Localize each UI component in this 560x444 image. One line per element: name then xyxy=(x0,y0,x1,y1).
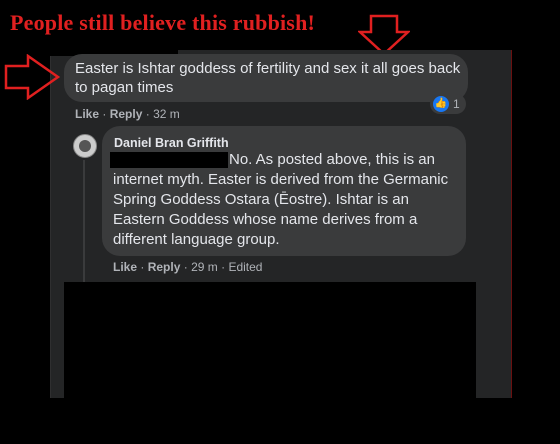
reply-link[interactable]: Reply xyxy=(148,260,181,274)
right-arrow-annotation xyxy=(4,54,60,100)
comment-author[interactable]: Daniel Bran Griffith xyxy=(114,136,229,150)
comment-2-actions: Like · Reply · 29 m · Edited xyxy=(113,260,263,274)
like-link[interactable]: Like xyxy=(75,107,99,121)
redaction-block xyxy=(110,152,228,168)
comment-1-text: Easter is Ishtar goddess of fertility an… xyxy=(75,60,461,96)
thread-line xyxy=(83,160,85,284)
thumbs-up-icon: 👍 xyxy=(433,96,449,112)
comment-bubble-2: Daniel Bran Griffith No. As posted above… xyxy=(102,126,466,256)
like-link[interactable]: Like xyxy=(113,260,137,274)
edited-label: Edited xyxy=(228,260,263,274)
comment-2-timestamp: 29 m xyxy=(191,260,218,274)
redaction-block xyxy=(64,282,476,444)
annotation-headline: People still believe this rubbish! xyxy=(10,10,316,35)
reaction-summary[interactable]: 👍 1 xyxy=(430,94,466,114)
reply-link[interactable]: Reply xyxy=(110,107,143,121)
comment-1-timestamp: 32 m xyxy=(153,107,180,121)
avatar[interactable] xyxy=(73,134,97,158)
reaction-count: 1 xyxy=(453,97,460,111)
comment-1-actions: Like · Reply · 32 m xyxy=(75,107,180,121)
comment-bubble-1: Easter is Ishtar goddess of fertility an… xyxy=(64,54,468,102)
